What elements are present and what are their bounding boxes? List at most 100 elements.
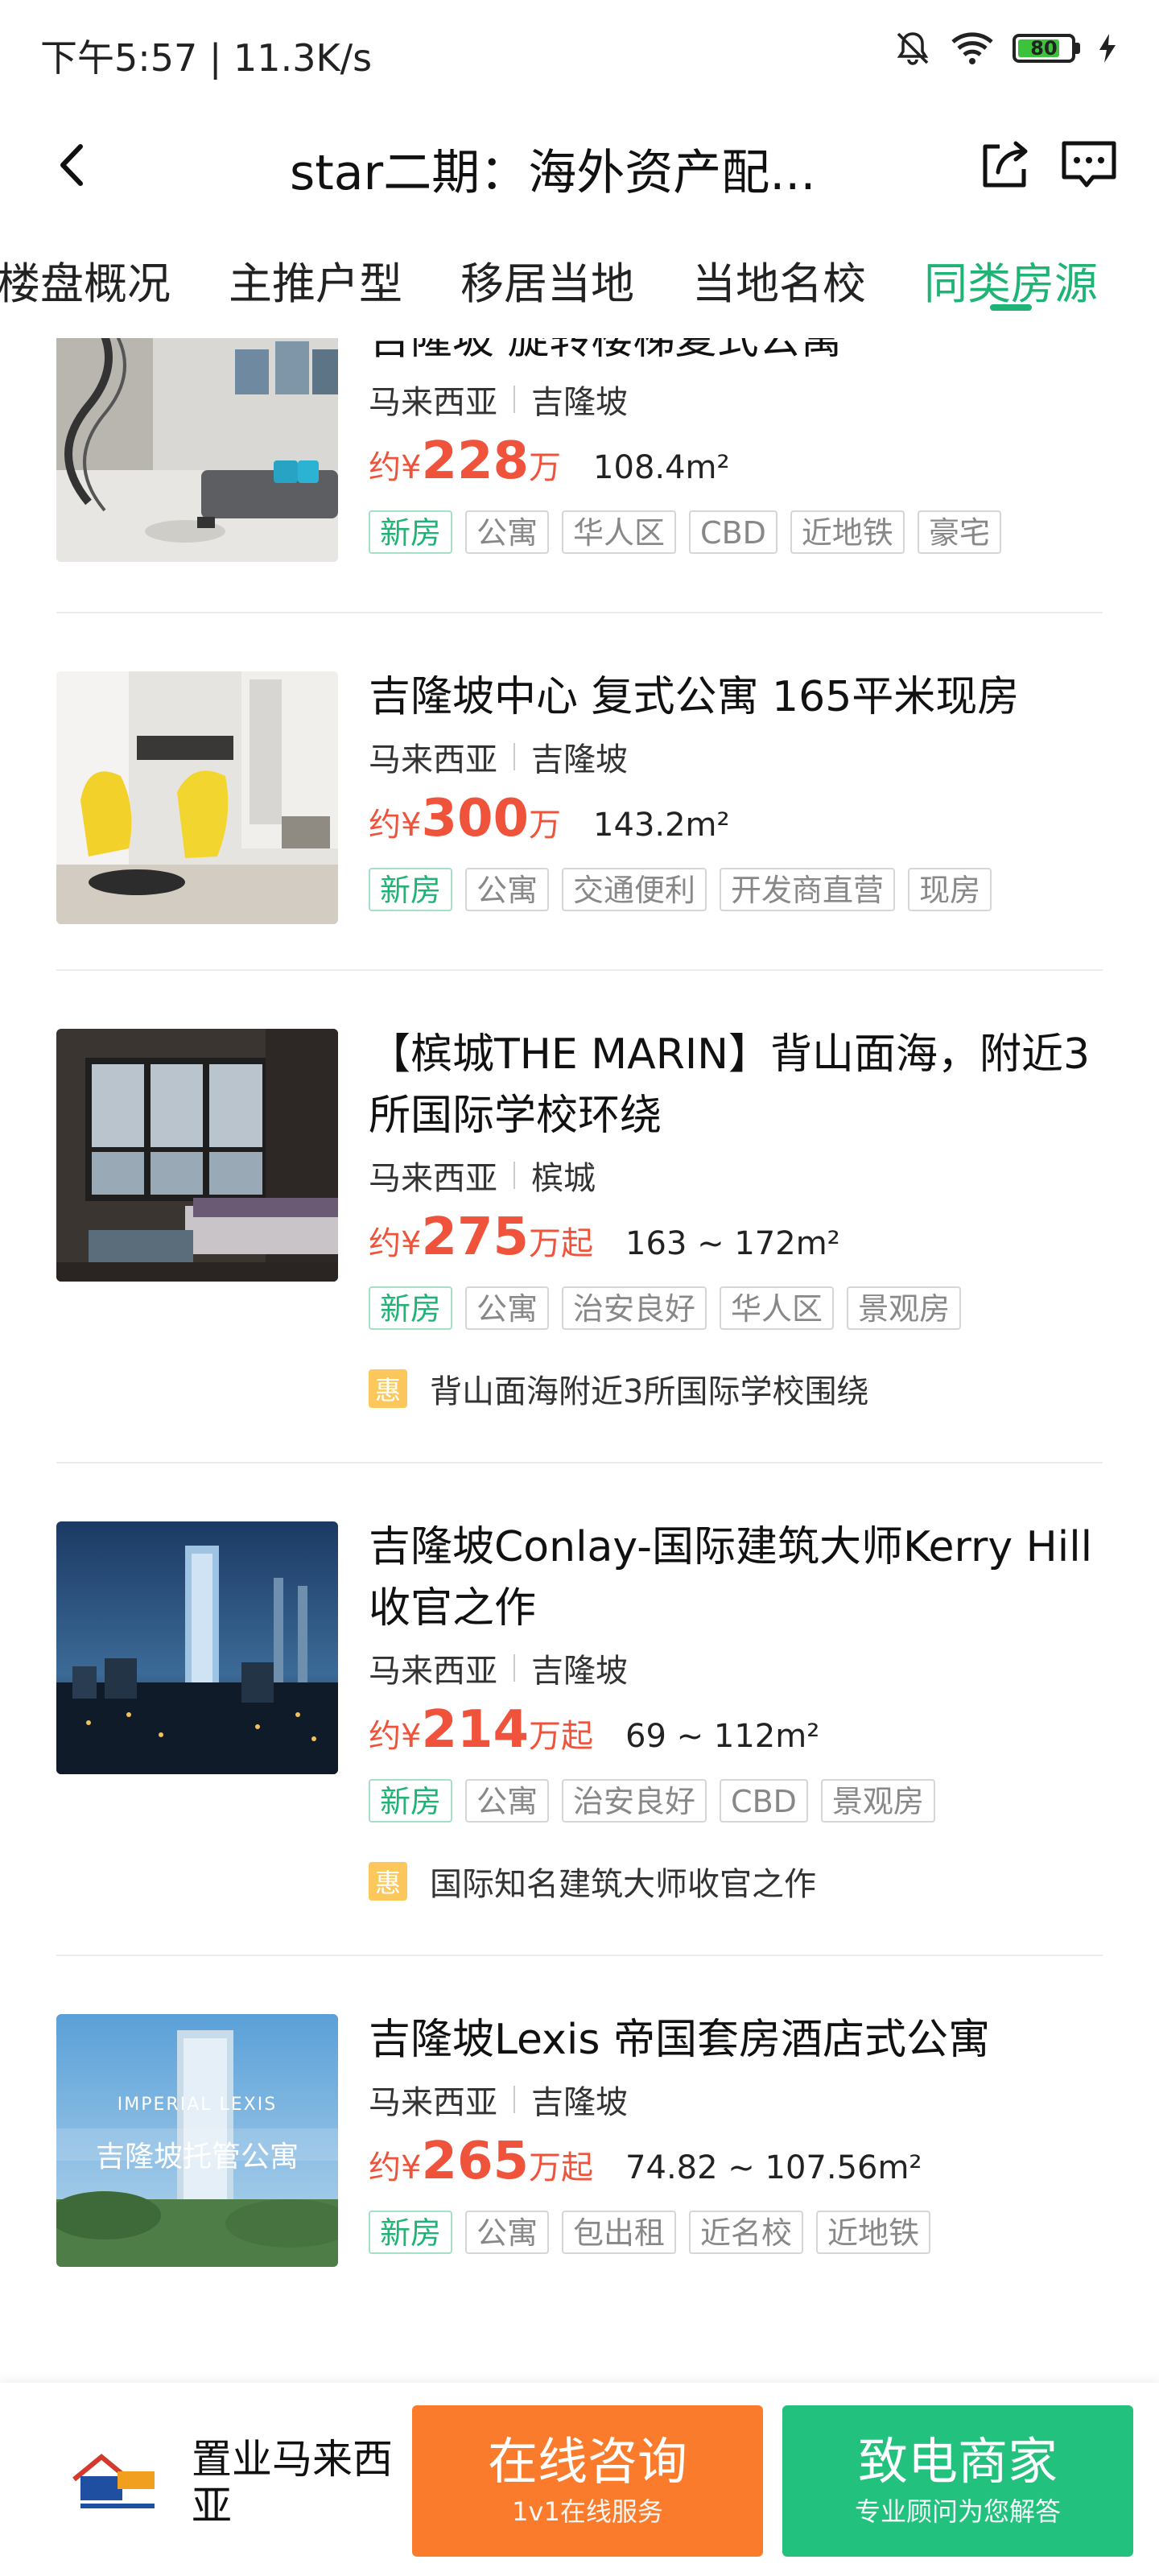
listing-card[interactable]: 吉隆坡Conlay-国际建筑大师Kerry Hill收官之作 马来西亚 吉隆坡 … (56, 1463, 1103, 1956)
page-title: star二期：海外资产配... (290, 145, 816, 201)
price-prefix: 约¥ (369, 449, 422, 486)
battery-tip (1075, 43, 1080, 54)
consult-label: 在线咨询 (487, 2432, 687, 2491)
price-value: 275 (421, 1208, 530, 1267)
status-bar: 下午5:57 | 11.3K/s 80 (0, 0, 1159, 105)
call-merchant-button[interactable]: 致电商家 专业顾问为您解答 (782, 2405, 1133, 2557)
battery-icon: 80 (1013, 34, 1075, 63)
listing-area: 163 ~ 172m² (625, 1225, 840, 1262)
status-icons: 80 (893, 29, 1117, 68)
status-time-speed: 下午5:57 | 11.3K/s (40, 36, 373, 80)
tab-main-units[interactable]: 主推户型 (200, 233, 431, 309)
listing-image (56, 338, 338, 562)
listing-country: 马来西亚 (369, 384, 497, 421)
tag: 景观房 (847, 1286, 962, 1330)
price-prefix: 约¥ (369, 1225, 422, 1262)
tag: 公寓 (465, 510, 550, 554)
listing-tags: 新房 公寓 治安良好 华人区 景观房 (369, 1286, 1103, 1330)
tag: 新房 (369, 510, 453, 554)
listing-body: 【槟城THE MARIN】背山面海，附近3所国际学校环绕 马来西亚 槟城 约¥ … (369, 1024, 1103, 1412)
tab-schools[interactable]: 当地名校 (663, 233, 895, 309)
listing-city: 吉隆坡 (531, 2084, 628, 2121)
location-divider (514, 2086, 515, 2113)
listing-title[interactable]: 【槟城THE MARIN】背山面海，附近3所国际学校环绕 (369, 1024, 1103, 1146)
listing-body: 吉隆坡Lexis 帝国套房酒店式公寓 马来西亚 吉隆坡 约¥ 265 万起 74… (369, 2009, 1103, 2262)
price-unit: 万起 (529, 2149, 594, 2186)
listing-tags: 新房 公寓 治安良好 CBD 景观房 (369, 1779, 1103, 1823)
share-icon[interactable] (975, 135, 1033, 193)
listing-area: 143.2m² (593, 807, 730, 844)
tag: 新房 (369, 868, 453, 911)
listing-card[interactable]: IMPERIAL LEXIS 吉隆坡托管公寓 吉隆坡Lexis 帝国套房酒店式公… (56, 1956, 1103, 2312)
tag: 包出租 (562, 2211, 677, 2254)
listing-city: 吉隆坡 (531, 1653, 628, 1690)
tag: 近名校 (689, 2211, 804, 2254)
listing-location: 马来西亚 吉隆坡 (369, 1644, 1103, 1692)
price-value: 265 (421, 2132, 530, 2191)
price-value: 228 (421, 431, 530, 491)
agent-name[interactable]: 置业马来西亚 (192, 2436, 401, 2529)
tag: 公寓 (465, 2211, 550, 2254)
listing-price-row: 约¥ 275 万起 163 ~ 172m² (369, 1208, 1103, 1272)
tab-similar-listings[interactable]: 同类房源 (895, 233, 1127, 309)
listing-image (56, 671, 338, 924)
listing-country: 马来西亚 (369, 1160, 497, 1197)
tag: 交通便利 (562, 868, 707, 911)
image-brand: IMPERIAL LEXIS (117, 2095, 278, 2115)
tag: 近地铁 (790, 510, 905, 554)
listing-tags: 新房 公寓 华人区 CBD 近地铁 豪宅 (369, 510, 1103, 554)
price-prefix: 约¥ (369, 2149, 422, 2186)
tag: CBD (689, 510, 777, 554)
chevron-left-icon[interactable] (45, 137, 101, 193)
price-unit: 万 (529, 807, 562, 844)
tag: CBD (720, 1779, 808, 1823)
listing-card[interactable]: 吉隆坡 旋转楼梯复式公寓 马来西亚 吉隆坡 约¥ 228 万 108.4m² 新… (56, 338, 1103, 613)
listing-title[interactable]: 吉隆坡中心 复式公寓 165平米现房 (369, 667, 1103, 728)
listing-location: 马来西亚 吉隆坡 (369, 375, 1103, 423)
listing-card[interactable]: 吉隆坡中心 复式公寓 165平米现房 马来西亚 吉隆坡 约¥ 300 万 143… (56, 613, 1103, 971)
listing-location: 马来西亚 槟城 (369, 1151, 1103, 1199)
listing-country: 马来西亚 (369, 2084, 497, 2121)
listing-location: 马来西亚 吉隆坡 (369, 733, 1103, 781)
listing-area: 74.82 ~ 107.56m² (625, 2149, 922, 2186)
tag: 公寓 (465, 868, 550, 911)
listing-title[interactable]: 吉隆坡 旋转楼梯复式公寓 (369, 338, 1103, 370)
listing-card[interactable]: 【槟城THE MARIN】背山面海，附近3所国际学校环绕 马来西亚 槟城 约¥ … (56, 971, 1103, 1463)
tab-relocation[interactable]: 移居当地 (431, 233, 663, 309)
listing-city: 槟城 (531, 1160, 596, 1197)
tag: 现房 (908, 868, 992, 911)
online-consult-button[interactable]: 在线咨询 1v1在线服务 (412, 2405, 763, 2557)
mute-bell-icon (897, 32, 929, 65)
discount-badge-icon: 惠 (369, 1862, 407, 1901)
price-unit: 万 (529, 449, 562, 486)
listing-area: 108.4m² (593, 449, 730, 486)
listing-list[interactable]: 吉隆坡 旋转楼梯复式公寓 马来西亚 吉隆坡 约¥ 228 万 108.4m² 新… (0, 338, 1159, 2383)
tag: 新房 (369, 2211, 453, 2254)
listing-price-row: 约¥ 300 万 143.2m² (369, 789, 1103, 853)
listing-title[interactable]: 吉隆坡Lexis 帝国套房酒店式公寓 (369, 2009, 1103, 2070)
listing-country: 马来西亚 (369, 741, 497, 778)
message-icon[interactable] (1059, 135, 1119, 193)
listing-image (56, 1521, 338, 1774)
tag: 开发商直营 (720, 868, 896, 911)
tab-overview[interactable]: 楼盘概况 (0, 233, 200, 309)
price-unit: 万起 (529, 1225, 594, 1262)
wifi-icon (951, 32, 993, 64)
listing-tags: 新房 公寓 交通便利 开发商直营 现房 (369, 868, 1103, 911)
tab-bar: 楼盘概况 主推户型 移居当地 当地名校 同类房源 (0, 233, 1127, 322)
nav-bar: star二期：海外资产配... (0, 105, 1159, 225)
price-prefix: 约¥ (369, 1718, 422, 1755)
listing-location: 马来西亚 吉隆坡 (369, 2075, 1103, 2124)
listing-tags: 新房 公寓 包出租 近名校 近地铁 (369, 2211, 1103, 2254)
page: 下午5:57 | 11.3K/s 80 star二期：海外资产配... 楼盘概况… (0, 0, 1159, 2576)
agent-logo-icon[interactable] (69, 2447, 158, 2512)
image-caption: 吉隆坡托管公寓 (95, 2140, 299, 2174)
tag: 近地铁 (816, 2211, 931, 2254)
listing-promo: 惠 国际知名建筑大师收官之作 (369, 1858, 1103, 1905)
listing-title[interactable]: 吉隆坡Conlay-国际建筑大师Kerry Hill收官之作 (369, 1517, 1103, 1639)
location-divider (514, 1654, 515, 1682)
listing-price-row: 约¥ 214 万起 69 ~ 112m² (369, 1700, 1103, 1765)
listing-price-row: 约¥ 265 万起 74.82 ~ 107.56m² (369, 2132, 1103, 2196)
tag: 华人区 (562, 510, 677, 554)
bottom-action-bar: 置业马来西亚 在线咨询 1v1在线服务 致电商家 专业顾问为您解答 (0, 2383, 1159, 2576)
